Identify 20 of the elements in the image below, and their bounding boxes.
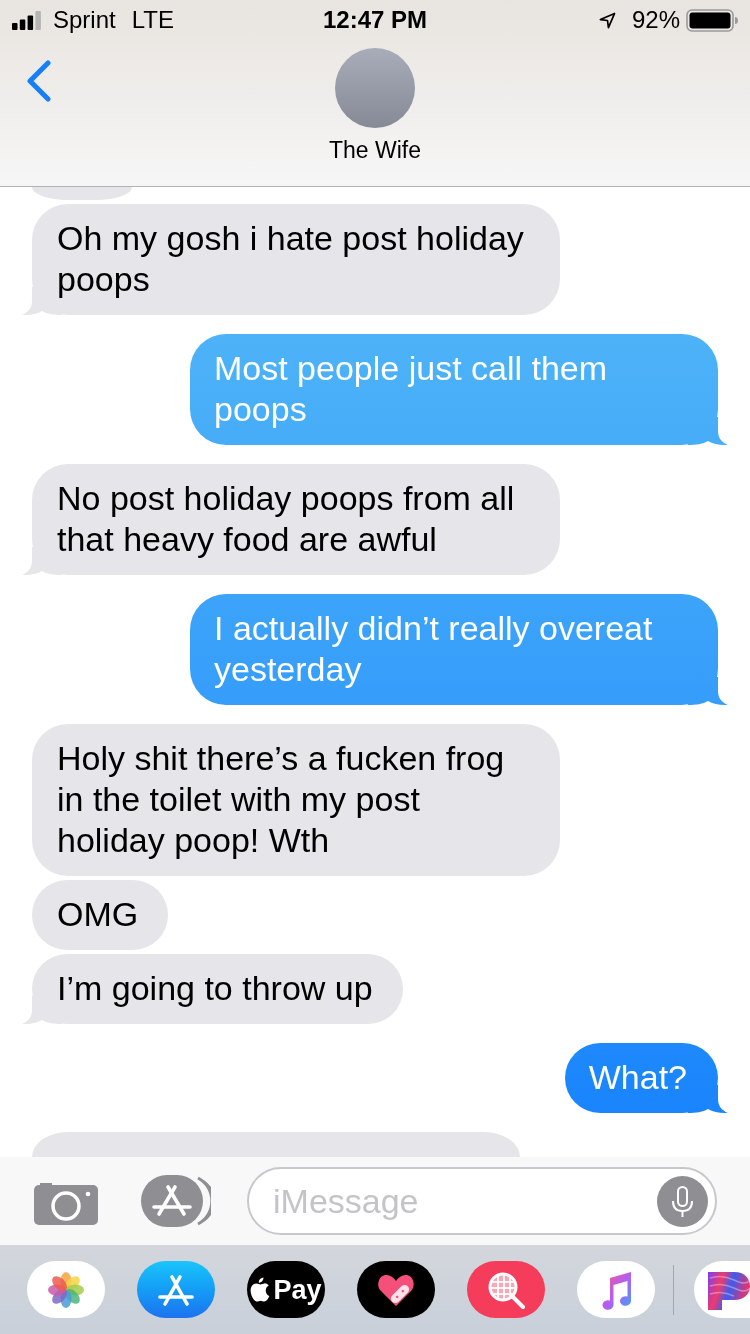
letter-a-icon	[156, 1272, 196, 1307]
contact-name[interactable]: The Wife	[329, 137, 421, 163]
heart-icon	[376, 1272, 416, 1307]
app-button[interactable]: Pay	[247, 1261, 325, 1318]
signal-icon	[12, 10, 41, 30]
network-type: LTE	[131, 6, 174, 34]
battery-icon	[686, 8, 738, 32]
back-chevron-icon[interactable]	[26, 60, 52, 102]
globe-search-icon	[487, 1270, 525, 1309]
app-button[interactable]	[357, 1261, 435, 1318]
apple-logo-icon	[250, 1277, 271, 1302]
clock-time: 12:47 PM	[322, 6, 428, 34]
location-arrow-icon	[598, 11, 616, 29]
carrier-name: Sprint	[53, 6, 116, 34]
battery-percent: 92%	[631, 6, 680, 34]
apps-icon[interactable]	[141, 1175, 211, 1227]
message-field[interactable]: iMessage	[247, 1167, 717, 1235]
flower-icon	[47, 1270, 85, 1309]
stripes-icon	[708, 1269, 750, 1310]
microphone-icon[interactable]	[657, 1175, 708, 1227]
